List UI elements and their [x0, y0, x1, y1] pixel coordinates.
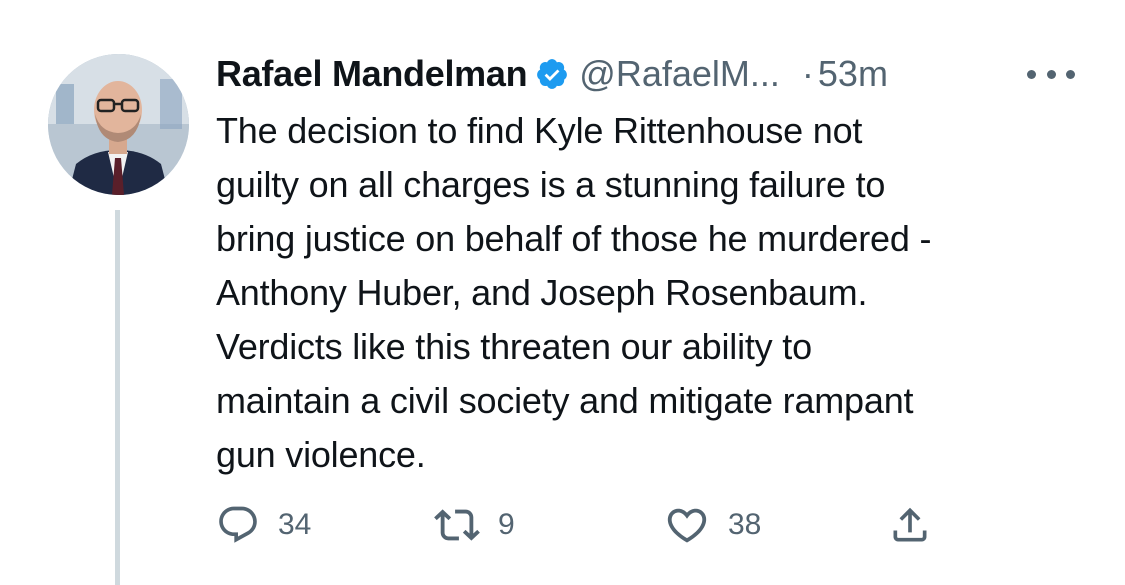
like-button[interactable]: 38	[664, 500, 761, 550]
author-name[interactable]: Rafael Mandelman	[216, 53, 528, 95]
separator-dot: ·	[801, 53, 814, 94]
tweet-actions: 34 9 38	[216, 500, 976, 550]
share-icon	[888, 503, 932, 547]
tweet-header: Rafael Mandelman @RafaelM... · 53m	[216, 52, 888, 96]
reply-icon	[216, 503, 260, 547]
avatar-image	[48, 54, 189, 195]
retweet-button[interactable]: 9	[434, 500, 515, 550]
reply-button[interactable]: 34	[216, 500, 311, 550]
share-button[interactable]	[888, 500, 932, 550]
avatar[interactable]	[48, 54, 189, 195]
tweet-timestamp[interactable]: 53m	[818, 53, 888, 95]
author-handle[interactable]: @RafaelM...	[579, 53, 780, 95]
reply-count: 34	[278, 508, 312, 541]
tweet[interactable]: Rafael Mandelman @RafaelM... · 53m The d…	[0, 0, 1125, 585]
retweet-icon	[434, 502, 480, 548]
thread-line	[115, 210, 120, 585]
heart-icon	[664, 502, 710, 548]
like-count: 38	[728, 508, 762, 541]
retweet-count: 9	[498, 508, 515, 541]
tweet-text: The decision to find Kyle Rittenhouse no…	[216, 110, 932, 475]
more-options-icon[interactable]	[1027, 64, 1075, 84]
verified-badge-icon	[535, 57, 569, 91]
